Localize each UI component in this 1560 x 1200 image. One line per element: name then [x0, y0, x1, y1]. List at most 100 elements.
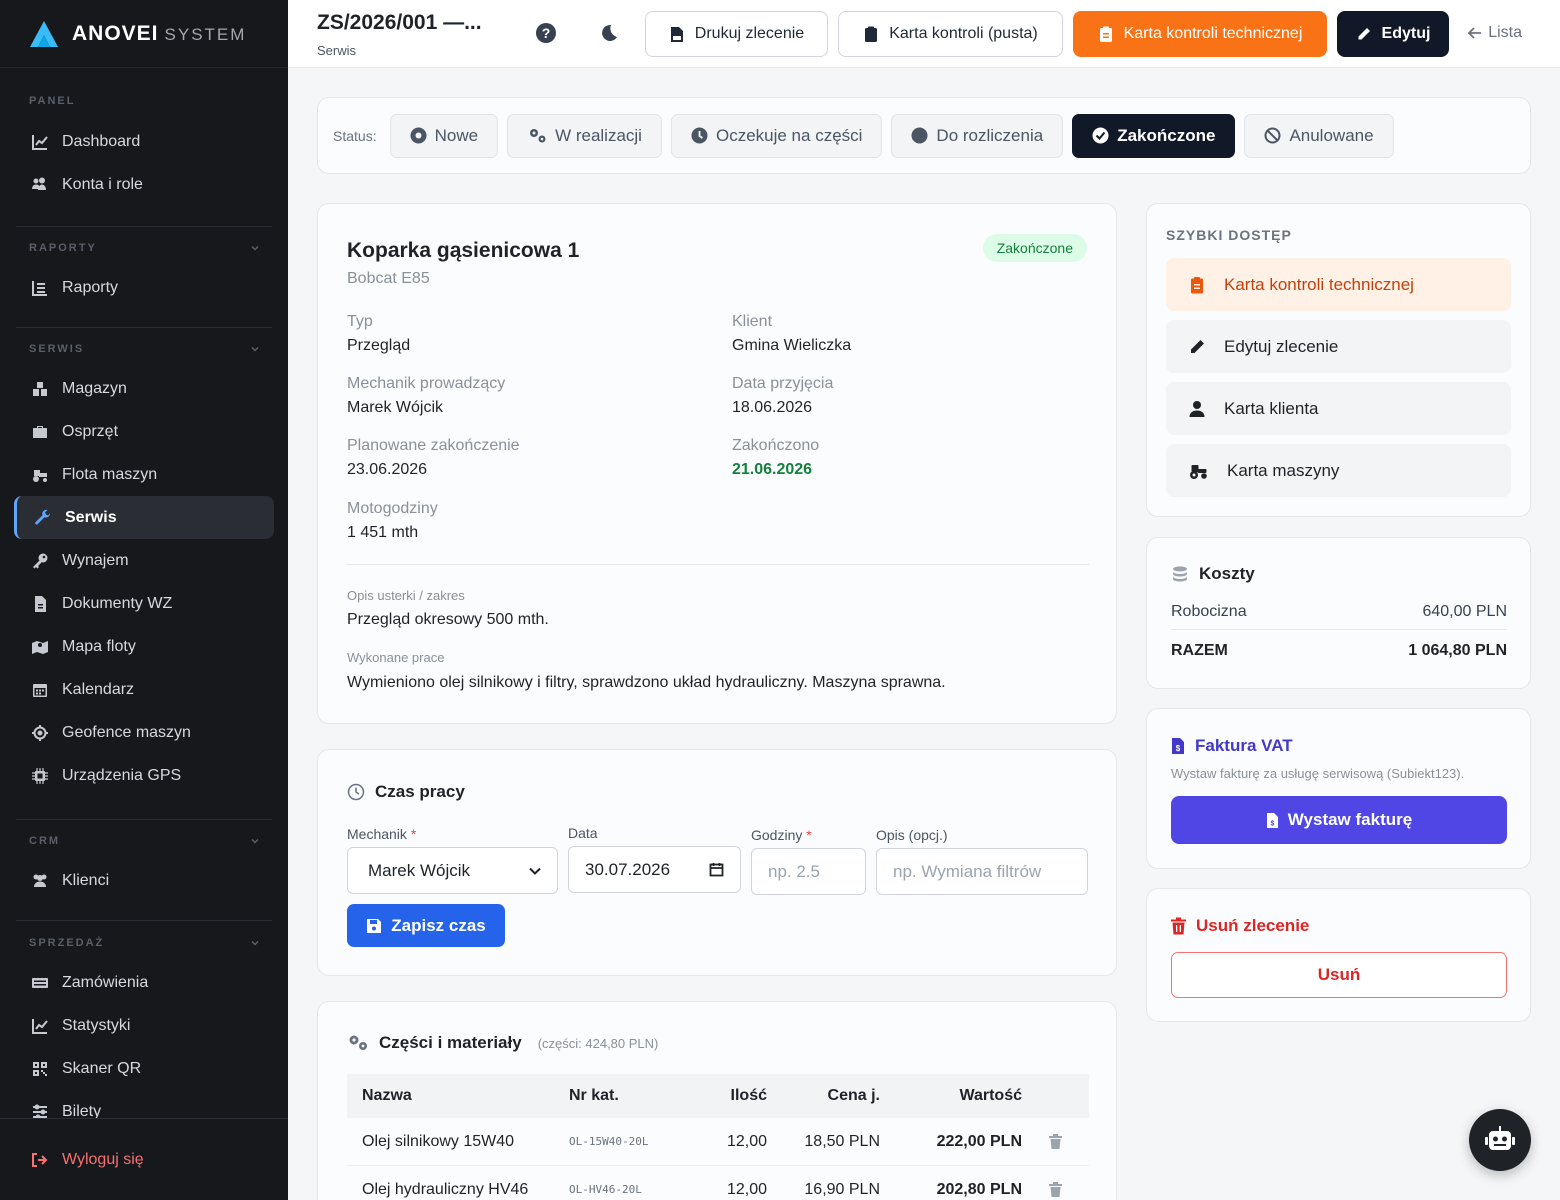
delete-part-button[interactable]	[1022, 1134, 1089, 1149]
sidebar-item-kalendarz[interactable]: Kalendarz	[0, 668, 288, 711]
sidebar-item-serwis[interactable]: Serwis	[14, 496, 274, 539]
sidebar-item-klienci[interactable]: Klienci	[0, 859, 288, 902]
sidebar-item-geofence-maszyn[interactable]: Geofence maszyn	[0, 711, 288, 754]
nav-section-serwis: SERWIS Magazyn Osprzęt Flota maszyn Serw…	[0, 334, 288, 797]
logout-button[interactable]: Wyloguj się	[0, 1118, 288, 1200]
sidebar-item-label: Statystyki	[62, 1016, 131, 1034]
clipboard-icon	[1191, 276, 1203, 293]
back-to-list-link[interactable]: Lista	[1467, 24, 1522, 42]
quick-item-label: Karta kontroli technicznej	[1224, 274, 1414, 294]
edit-label: Edytuj	[1381, 25, 1431, 42]
print-order-button[interactable]: Drukuj zlecenie	[645, 11, 828, 57]
required-mark: *	[410, 826, 417, 842]
date-input[interactable]: 30.07.2026	[568, 846, 741, 893]
clock-icon	[347, 783, 365, 801]
save-time-button[interactable]: Zapisz czas	[347, 904, 505, 947]
part-qty: 12,00	[726, 1180, 767, 1198]
sidebar-item-osprzet[interactable]: Osprzęt	[0, 410, 288, 453]
section-header-raporty[interactable]: RAPORTY	[0, 233, 288, 263]
work-time-title: Czas pracy	[347, 782, 465, 802]
quick-tech-card-link[interactable]: Karta kontroli technicznej	[1166, 258, 1511, 311]
delete-order-card: Usuń zlecenie Usuń	[1146, 888, 1531, 1022]
status-zakonczone-button[interactable]: Zakończone	[1072, 113, 1236, 158]
cash-register-icon	[30, 974, 50, 992]
tractor-icon	[30, 466, 50, 484]
part-value: 202,80 PLN	[936, 1180, 1022, 1198]
finished-value: 21.06.2026	[732, 461, 813, 478]
issue-invoice-button[interactable]: $ Wystaw fakturę	[1171, 796, 1507, 844]
status-nowe-button[interactable]: Nowe	[389, 113, 499, 158]
quick-item-label: Edytuj zlecenie	[1224, 336, 1339, 356]
status-w-realizacji-button[interactable]: W realizacji	[507, 113, 662, 158]
sidebar-item-magazyn[interactable]: Magazyn	[0, 367, 288, 410]
sidebar-item-urzadzenia-gps[interactable]: Urządzenia GPS	[0, 754, 288, 797]
quick-access-card: SZYBKI DOSTĘP Karta kontroli technicznej…	[1146, 203, 1531, 517]
assistant-button[interactable]	[1469, 1109, 1531, 1171]
users-icon	[30, 872, 50, 890]
sidebar-item-wynajem[interactable]: Wynajem	[0, 539, 288, 582]
status-option-label: Zakończone	[1117, 125, 1216, 145]
sidebar-item-raporty[interactable]: Raporty	[0, 266, 288, 309]
costs-card: Koszty Robocizna 640,00 PLN RAZEM 1 064,…	[1146, 537, 1531, 689]
coins-icon	[1173, 566, 1187, 582]
page-title: ZS/2026/001 —...	[317, 11, 482, 34]
engine-hours-value: 1 451 mth	[347, 524, 419, 541]
sidebar-item-label: Skaner QR	[62, 1059, 142, 1077]
hours-input[interactable]: np. 2.5	[751, 848, 866, 895]
nav-section-sprzedaz: SPRZEDAŻ Zamówienia Statystyki Skaner QR…	[0, 928, 288, 1133]
qr-icon	[30, 1060, 50, 1078]
section-title: SPRZEDAŻ	[29, 937, 105, 949]
mechanic-select[interactable]: Marek Wójcik	[347, 847, 558, 894]
sidebar-item-konta-i-role[interactable]: Konta i role	[0, 163, 288, 206]
chevron-down-icon	[251, 838, 259, 844]
delete-part-button[interactable]	[1022, 1182, 1089, 1197]
parts-title-text: Części i materiały	[379, 1033, 522, 1052]
quick-client-card-link[interactable]: Karta klienta	[1166, 382, 1511, 435]
nav-section-panel: PANEL Dashboard Konta i role	[0, 86, 288, 206]
dark-mode-icon[interactable]	[597, 22, 619, 44]
section-header-serwis[interactable]: SERWIS	[0, 334, 288, 364]
status-do-rozliczenia-button[interactable]: Do rozliczenia	[891, 113, 1064, 158]
back-to-list-label: Lista	[1488, 24, 1522, 41]
calendar-icon[interactable]	[709, 862, 724, 877]
part-qty: 12,00	[726, 1132, 767, 1150]
status-oczekuje-button[interactable]: Oczekuje na części	[670, 113, 883, 158]
circle-icon	[911, 127, 928, 144]
tech-control-card-button[interactable]: Karta kontroli technicznej	[1073, 11, 1327, 57]
machine-model: Bobcat E85	[347, 270, 430, 287]
vat-title-text: Faktura VAT	[1195, 736, 1293, 755]
sidebar-item-statystyki[interactable]: Statystyki	[0, 1004, 288, 1047]
clock-icon	[691, 127, 708, 144]
sidebar-item-dashboard[interactable]: Dashboard	[0, 120, 288, 163]
delete-order-button[interactable]: Usuń	[1171, 952, 1507, 998]
sidebar-item-mapa-floty[interactable]: Mapa floty	[0, 625, 288, 668]
planned-end-label: Planowane zakończenie	[347, 437, 520, 454]
description-input[interactable]: np. Wymiana filtrów	[876, 848, 1088, 895]
quick-edit-order-link[interactable]: Edytuj zlecenie	[1166, 320, 1511, 373]
section-header-crm[interactable]: CRM	[0, 826, 288, 856]
quick-machine-card-link[interactable]: Karta maszyny	[1166, 444, 1511, 497]
sidebar-item-zamowienia[interactable]: Zamówienia	[0, 961, 288, 1004]
finished-label: Zakończono	[732, 437, 820, 454]
chart-line-icon	[30, 133, 50, 151]
pencil-icon	[1358, 27, 1370, 39]
help-icon[interactable]: ?	[535, 22, 557, 44]
quick-item-label: Karta maszyny	[1227, 460, 1340, 480]
chevron-down-icon	[251, 940, 259, 946]
section-header-sprzedaz[interactable]: SPRZEDAŻ	[0, 928, 288, 958]
blank-control-card-button[interactable]: Karta kontroli (pusta)	[838, 11, 1063, 57]
sidebar-item-dokumenty-wz[interactable]: Dokumenty WZ	[0, 582, 288, 625]
save-icon	[367, 918, 382, 933]
costs-title: Koszty	[1171, 564, 1255, 584]
circle-dot-icon	[410, 127, 427, 144]
sidebar-item-flota-maszyn[interactable]: Flota maszyn	[0, 453, 288, 496]
total-cost-row: RAZEM 1 064,80 PLN	[1171, 642, 1507, 660]
sidebar-item-skaner-qr[interactable]: Skaner QR	[0, 1047, 288, 1090]
edit-button[interactable]: Edytuj	[1337, 11, 1449, 57]
quick-access-title: SZYBKI DOSTĘP	[1166, 227, 1292, 243]
brand-logo-icon	[30, 20, 58, 47]
status-anulowane-button[interactable]: Anulowane	[1244, 113, 1394, 158]
map-icon	[30, 638, 50, 656]
delete-order-title-text: Usuń zlecenie	[1196, 916, 1310, 935]
divider	[16, 226, 272, 227]
